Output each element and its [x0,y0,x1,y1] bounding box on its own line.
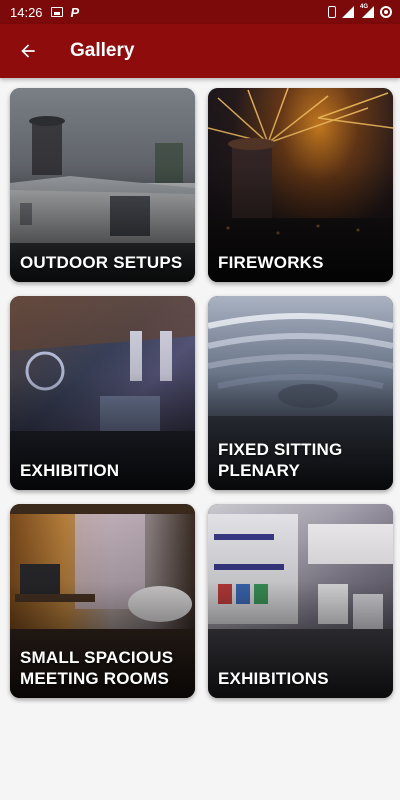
back-button[interactable] [0,24,56,78]
arrow-back-icon [21,44,35,58]
card-label: OUTDOOR SETUPS [20,253,183,272]
card-label: SMALL SPACIOUS MEETING ROOMS [20,648,174,688]
network-4g-icon: 4G [360,4,374,18]
card-label: FIREWORKS [218,253,324,272]
photo-notification-icon [50,7,63,17]
gallery-card-exhibitions[interactable]: EXHIBITIONS [208,504,393,698]
gallery-card-exhibition[interactable]: EXHIBITION [10,296,195,490]
battery-status-icon [380,6,392,18]
p-notification-icon: P [70,4,80,20]
gallery-card-fireworks[interactable]: FIREWORKS [208,88,393,282]
card-label: EXHIBITION [20,461,120,480]
page-title: Gallery [70,40,135,61]
status-bar: 14:26 P 4G [0,0,400,24]
vibrate-icon [328,6,336,18]
gallery-card-small-spacious-meeting-rooms[interactable]: SMALL SPACIOUS MEETING ROOMS [10,504,195,698]
gallery-card-fixed-sitting-plenary[interactable]: FIXED SITTING PLENARY [208,296,393,490]
card-label: FIXED SITTING PLENARY [218,440,343,480]
app-bar: Gallery [0,24,400,78]
gallery-grid: OUTDOOR SETUPS FIREWORKS EXHIBITION FIXE… [10,88,393,698]
card-label: EXHIBITIONS [218,669,329,688]
status-time: 14:26 [10,4,43,20]
gallery-card-outdoor-setups[interactable]: OUTDOOR SETUPS [10,88,195,282]
signal-icon [342,6,354,18]
